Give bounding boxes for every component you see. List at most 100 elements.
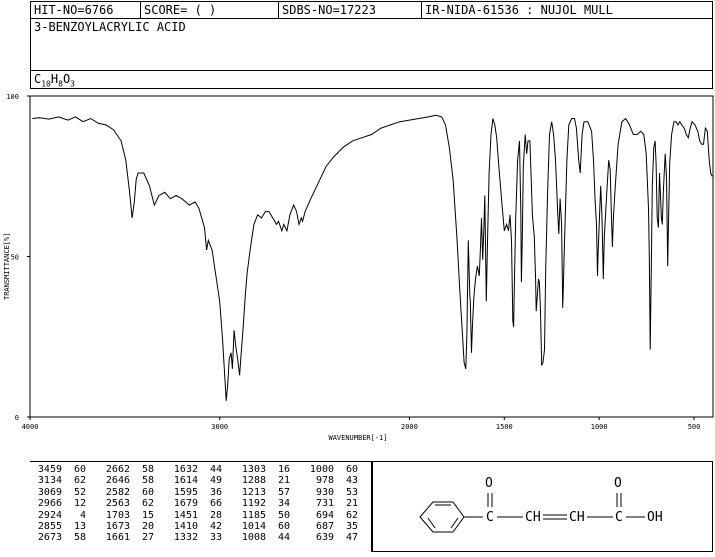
peak-transmittance: 43	[345, 475, 358, 487]
plot-frame	[29, 95, 714, 418]
peak-wavenumber: 694	[315, 509, 334, 521]
peak-wavenumber: 2673	[37, 532, 62, 544]
structure-drawing: C O CH CH C O OH	[419, 476, 663, 533]
peak-wavenumber: 1332	[173, 532, 198, 544]
peak-row: 1451 28	[168, 510, 222, 521]
peak-row: 1213 57	[236, 487, 290, 498]
carbonyl-carbon-left: C	[486, 510, 494, 525]
peak-transmittance: 42	[209, 521, 222, 533]
peak-row: 1332 33	[168, 532, 222, 543]
peak-row: 2855 13	[32, 521, 86, 532]
peak-transmittance: 28	[209, 509, 222, 521]
peak-row: 2563 62	[100, 498, 154, 509]
peak-wavenumber: 2924	[37, 509, 62, 521]
y-tick-label: 100	[6, 93, 19, 101]
peak-transmittance: 58	[141, 475, 154, 487]
peak-transmittance: 12	[73, 498, 86, 510]
peak-wavenumber: 2582	[105, 486, 130, 498]
peak-row: 1595 36	[168, 487, 222, 498]
peak-transmittance: 36	[209, 486, 222, 498]
peak-column: 1303 16 1288 21 1213 57 1192 34 1185 50 1014 60 1008…	[236, 464, 290, 544]
peak-column: 1632 44 1614 49 1595 36 1679 66 1451 28 1410 42 1332…	[168, 464, 222, 544]
peak-transmittance: 49	[209, 475, 222, 487]
peak-row: 2582 60	[100, 487, 154, 498]
peak-wavenumber: 1679	[173, 498, 198, 510]
x-tick-label: 3000	[211, 423, 228, 431]
peak-wavenumber: 1213	[241, 486, 266, 498]
peak-wavenumber: 2966	[37, 498, 62, 510]
peak-row: 1014 60	[236, 521, 290, 532]
peak-row: 2646 58	[100, 475, 154, 486]
peak-transmittance: 62	[141, 498, 154, 510]
oxygen-left: O	[485, 476, 493, 491]
peak-transmittance: 20	[141, 521, 154, 533]
peak-row: 1614 49	[168, 475, 222, 486]
peak-row: 1679 66	[168, 498, 222, 509]
peak-wavenumber: 1595	[173, 486, 198, 498]
peak-wavenumber: 731	[315, 498, 334, 510]
peak-wavenumber: 687	[315, 521, 334, 533]
peak-row: 1703 15	[100, 510, 154, 521]
peak-row: 1000 60	[304, 464, 358, 475]
oxygen-right: O	[614, 476, 622, 491]
peak-wavenumber: 1185	[241, 509, 266, 521]
peak-transmittance: 4	[79, 509, 86, 521]
peak-row: 1185 50	[236, 510, 290, 521]
peak-row: 2673 58	[32, 532, 86, 543]
peak-transmittance: 15	[141, 509, 154, 521]
peak-transmittance: 57	[277, 486, 290, 498]
carbonyl-carbon-right: C	[615, 510, 623, 525]
peak-wavenumber: 1632	[173, 464, 198, 475]
peak-wavenumber: 1000	[309, 464, 334, 475]
peak-wavenumber: 1192	[241, 498, 266, 510]
peak-transmittance: 44	[277, 532, 290, 544]
peak-wavenumber: 2662	[105, 464, 130, 475]
peak-table: 3459 60 3134 62 3069 52 2966 12 2924 4 2855 13 2673 5…	[30, 461, 372, 552]
peak-column: 2662 58 2646 58 2582 60 2563 62 1703 15 1673 20 1661…	[100, 464, 154, 544]
peak-transmittance: 60	[277, 521, 290, 533]
ir-spectrum-chart: 0 50 100 4000 3000 2000 1500 1000 500 TRANSMITT…	[3, 93, 714, 442]
peak-wavenumber: 2646	[105, 475, 130, 487]
peak-row: 3069 52	[32, 487, 86, 498]
peak-transmittance: 60	[141, 486, 154, 498]
peak-wavenumber: 1451	[173, 509, 198, 521]
peak-transmittance: 13	[73, 521, 86, 533]
x-axis-label: WAVENUMBER[-1]	[328, 434, 387, 442]
peak-transmittance: 53	[345, 486, 358, 498]
x-tick-label: 500	[688, 423, 701, 431]
peak-row: 3459 60	[32, 464, 86, 475]
peak-transmittance: 33	[209, 532, 222, 544]
peak-transmittance: 47	[345, 532, 358, 544]
peak-wavenumber: 1008	[241, 532, 266, 544]
peak-row: 2966 12	[32, 498, 86, 509]
ch-right: CH	[569, 510, 585, 525]
peak-wavenumber: 3134	[37, 475, 62, 487]
peak-transmittance: 21	[345, 498, 358, 510]
x-axis-ticks: 4000 3000 2000 1500 1000 500	[22, 417, 701, 431]
peak-row: 1673 20	[100, 521, 154, 532]
peak-transmittance: 62	[345, 509, 358, 521]
peak-row: 694 62	[304, 510, 358, 521]
peak-wavenumber: 1288	[241, 475, 266, 487]
peak-wavenumber: 2563	[105, 498, 130, 510]
peak-row: 1661 27	[100, 532, 154, 543]
peak-transmittance: 34	[277, 498, 290, 510]
peak-transmittance: 60	[73, 464, 86, 475]
peak-wavenumber: 1661	[105, 532, 130, 544]
peak-row: 639 47	[304, 532, 358, 543]
peak-transmittance: 58	[73, 532, 86, 544]
peak-row: 687 35	[304, 521, 358, 532]
peak-row: 978 43	[304, 475, 358, 486]
peak-row: 1288 21	[236, 475, 290, 486]
peak-wavenumber: 930	[315, 486, 334, 498]
x-tick-label: 2000	[401, 423, 418, 431]
peak-column: 3459 60 3134 62 3069 52 2966 12 2924 4 2855 13 2673 5…	[32, 464, 86, 544]
peak-wavenumber: 3069	[37, 486, 62, 498]
y-axis-label: TRANSMITTANCE[%]	[3, 233, 11, 300]
peak-wavenumber: 1673	[105, 521, 130, 533]
peak-transmittance: 66	[209, 498, 222, 510]
peak-row: 1008 44	[236, 532, 290, 543]
spectrum-trace	[32, 114, 713, 401]
peak-wavenumber: 1014	[241, 521, 266, 533]
peak-transmittance: 58	[141, 464, 154, 475]
